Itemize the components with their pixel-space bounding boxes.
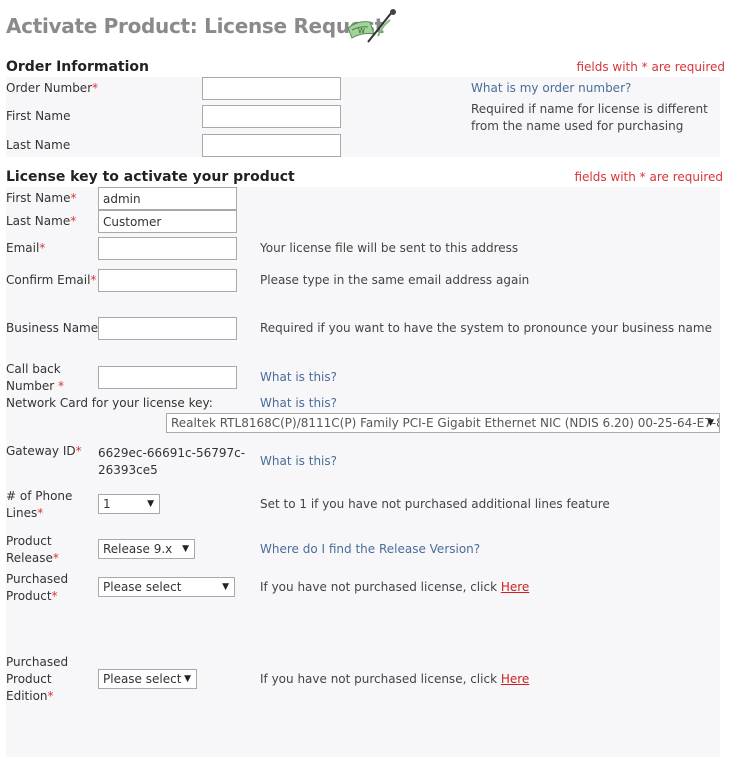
gateway-id-label-text: Gateway ID <box>6 444 76 458</box>
order-info-heading: Order Information <box>6 59 150 75</box>
business-name-help: Required if you want to have the system … <box>260 321 712 335</box>
confirm-email-label: Confirm Email* <box>6 272 96 289</box>
product-edition-selected: Please select <box>103 672 182 686</box>
phone-lines-label-line2: Lines <box>6 506 38 520</box>
required-star: * <box>52 551 59 565</box>
purchased-product-help: If you have not purchased license, click… <box>260 580 529 594</box>
purchased-product-label-line1: Purchased <box>6 572 69 586</box>
order-first-name-label: First Name <box>6 109 71 123</box>
product-edition-here-link[interactable]: Here <box>501 672 529 686</box>
callback-label-line2: Number <box>6 379 55 393</box>
what-is-order-number-link[interactable]: What is my order number? <box>471 81 631 95</box>
business-name-label: Business Name <box>6 321 99 335</box>
last-name-label: Last Name* <box>6 213 76 230</box>
order-last-name-input[interactable] <box>202 134 341 157</box>
dropdown-arrow-icon: ▼ <box>182 544 189 554</box>
callback-what-is-this-link[interactable]: What is this? <box>260 370 337 384</box>
required-star: * <box>90 273 97 287</box>
confirm-email-label-text: Confirm Email <box>6 273 91 287</box>
purchased-product-label-line2: Product <box>6 589 52 603</box>
license-first-name-input[interactable] <box>98 187 237 210</box>
license-last-name-input[interactable] <box>98 210 237 233</box>
phone-lines-label: # of Phone Lines* <box>6 488 72 522</box>
required-star: * <box>47 689 54 703</box>
dropdown-arrow-icon: ▼ <box>222 582 229 592</box>
business-name-input[interactable] <box>98 317 237 340</box>
email-input[interactable] <box>98 237 237 260</box>
email-label-text: Email <box>6 241 40 255</box>
dropdown-arrow-icon: ▼ <box>184 674 191 684</box>
dropdown-arrow-icon: ▼ <box>147 499 154 509</box>
gateway-what-is-this-link[interactable]: What is this? <box>260 454 337 468</box>
email-help: Your license file will be sent to this a… <box>260 241 519 255</box>
required-star: * <box>58 379 65 393</box>
required-star: * <box>70 214 77 228</box>
purchased-product-selected: Please select <box>103 580 182 594</box>
product-edition-label-line2: Product <box>6 672 52 686</box>
phone-lines-select[interactable]: 1 ▼ <box>98 494 160 514</box>
product-release-selected: Release 9.x <box>103 542 173 556</box>
license-certificate-icon: W <box>347 9 396 43</box>
last-name-label-text: Last Name <box>6 214 71 228</box>
required-star: * <box>51 589 58 603</box>
product-release-select[interactable]: Release 9.x ▼ <box>98 539 195 559</box>
callback-label: Call back Number * <box>6 361 64 395</box>
product-release-label-line2: Release <box>6 551 53 565</box>
network-card-label: Network Card for your license key: <box>6 396 213 410</box>
page-title: Activate Product: License Request <box>6 14 384 38</box>
gateway-id-label: Gateway ID* <box>6 443 82 460</box>
network-card-select[interactable]: Realtek RTL8168C(P)/8111C(P) Family PCI-… <box>166 413 720 433</box>
phone-lines-help: Set to 1 if you have not purchased addit… <box>260 497 610 511</box>
callback-number-input[interactable] <box>98 366 237 389</box>
required-star: * <box>75 444 82 458</box>
purchased-product-here-link[interactable]: Here <box>501 580 529 594</box>
confirm-email-help: Please type in the same email address ag… <box>260 273 530 287</box>
required-star: * <box>92 81 99 95</box>
license-required-note: fields with * are required <box>574 170 723 184</box>
phone-lines-label-line1: # of Phone <box>6 489 73 503</box>
order-number-label-text: Order Number <box>6 81 93 95</box>
email-label: Email* <box>6 240 45 257</box>
network-card-what-is-this-link[interactable]: What is this? <box>260 396 337 410</box>
first-name-label: First Name* <box>6 190 76 207</box>
purchased-product-help-text: If you have not purchased license, click <box>260 580 501 594</box>
order-info-required-note: fields with * are required <box>576 60 725 74</box>
gateway-id-line2: 26393ce5 <box>98 463 158 477</box>
order-number-input[interactable] <box>202 77 341 100</box>
purchased-product-label: Purchased Product* <box>6 571 68 605</box>
order-last-name-label: Last Name <box>6 138 71 152</box>
product-edition-select[interactable]: Please select ▼ <box>98 669 197 689</box>
product-edition-help-text: If you have not purchased license, click <box>260 672 501 686</box>
network-card-selected: Realtek RTL8168C(P)/8111C(P) Family PCI-… <box>171 416 720 430</box>
release-version-help-link[interactable]: Where do I find the Release Version? <box>260 542 480 556</box>
product-edition-label-line1: Purchased <box>6 655 69 669</box>
confirm-email-input[interactable] <box>98 269 237 292</box>
first-name-label-text: First Name <box>6 191 71 205</box>
product-edition-help: If you have not purchased license, click… <box>260 672 529 686</box>
order-number-label: Order Number* <box>6 80 98 97</box>
license-heading: License key to activate your product <box>6 169 295 185</box>
gateway-id-line1: 6629ec-66691c-56797c- <box>98 446 246 460</box>
required-star: * <box>70 191 77 205</box>
name-difference-help: Required if name for license is differen… <box>471 102 708 133</box>
product-edition-label-line3: Edition <box>6 689 48 703</box>
product-edition-label: Purchased Product Edition* <box>6 654 68 705</box>
required-star: * <box>39 241 46 255</box>
order-first-name-input[interactable] <box>202 105 341 128</box>
gateway-id-value: 6629ec-66691c-56797c- 26393ce5 <box>98 445 245 479</box>
required-star: * <box>37 506 44 520</box>
callback-label-line1: Call back <box>6 362 61 376</box>
svg-text:W: W <box>358 27 365 35</box>
phone-lines-selected: 1 <box>103 497 111 511</box>
product-release-label-line1: Product <box>6 534 52 548</box>
dropdown-arrow-icon: ▼ <box>707 418 714 428</box>
purchased-product-select[interactable]: Please select ▼ <box>98 577 235 597</box>
product-release-label: Product Release* <box>6 533 59 567</box>
